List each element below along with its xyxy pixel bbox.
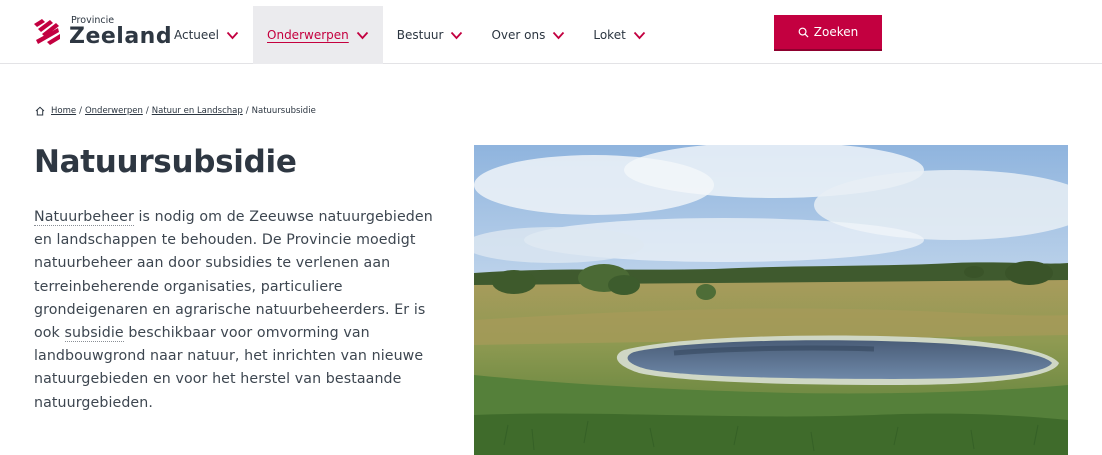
- nav-item-bestuur[interactable]: Bestuur: [383, 6, 478, 64]
- breadcrumb-onderwerpen-link[interactable]: Onderwerpen: [85, 106, 143, 116]
- nav-item-actueel[interactable]: Actueel: [160, 6, 253, 64]
- logo-mark-icon: [34, 19, 60, 45]
- page-title: Natuursubsidie: [34, 144, 297, 180]
- chevron-down-icon: [553, 31, 565, 39]
- nav-item-loket[interactable]: Loket: [579, 6, 659, 64]
- nav-item-label: Actueel: [174, 28, 220, 42]
- chevron-down-icon: [451, 31, 463, 39]
- logo-text-big: Zeeland: [69, 24, 173, 49]
- breadcrumb: Home / Onderwerpen / Natuur en Landschap…: [35, 106, 316, 116]
- nav-item-onderwerpen[interactable]: Onderwerpen: [253, 6, 383, 64]
- term-subsidie[interactable]: subsidie: [64, 325, 124, 343]
- search-icon: [798, 27, 809, 38]
- logo[interactable]: Provincie Zeeland: [32, 12, 172, 52]
- intro-text: Natuurbeheer is nodig om de Zeeuwse natu…: [34, 206, 454, 415]
- site-header: Provincie Zeeland Actueel Onderwerpen Be…: [0, 0, 1102, 64]
- breadcrumb-home-link[interactable]: Home: [51, 106, 76, 116]
- chevron-down-icon: [356, 31, 368, 39]
- main-nav: Actueel Onderwerpen Bestuur Over ons Lok…: [160, 6, 660, 64]
- search-button-label: Zoeken: [813, 25, 859, 39]
- term-natuurbeheer[interactable]: Natuurbeheer: [34, 209, 134, 226]
- breadcrumb-current: Natuursubsidie: [251, 106, 316, 116]
- hero-image: [474, 145, 1068, 455]
- breadcrumb-separator: /: [79, 106, 82, 116]
- breadcrumb-separator: /: [245, 106, 249, 116]
- breadcrumb-natuur-link[interactable]: Natuur en Landschap: [152, 106, 243, 116]
- breadcrumb-separator: /: [145, 106, 149, 116]
- nav-item-label: Loket: [593, 28, 626, 42]
- nav-item-label: Bestuur: [396, 28, 444, 42]
- chevron-down-icon: [633, 31, 645, 39]
- intro-text-part: is nodig om de Zeeuwse natuurgebieden en…: [34, 209, 433, 342]
- search-button[interactable]: Zoeken: [774, 15, 882, 51]
- chevron-down-icon: [226, 31, 239, 39]
- landscape-image: [474, 145, 1068, 455]
- home-icon: [35, 106, 45, 116]
- nav-item-label: Onderwerpen: [267, 28, 349, 42]
- nav-item-over-ons[interactable]: Over ons: [477, 6, 579, 64]
- nav-item-label: Over ons: [491, 28, 546, 42]
